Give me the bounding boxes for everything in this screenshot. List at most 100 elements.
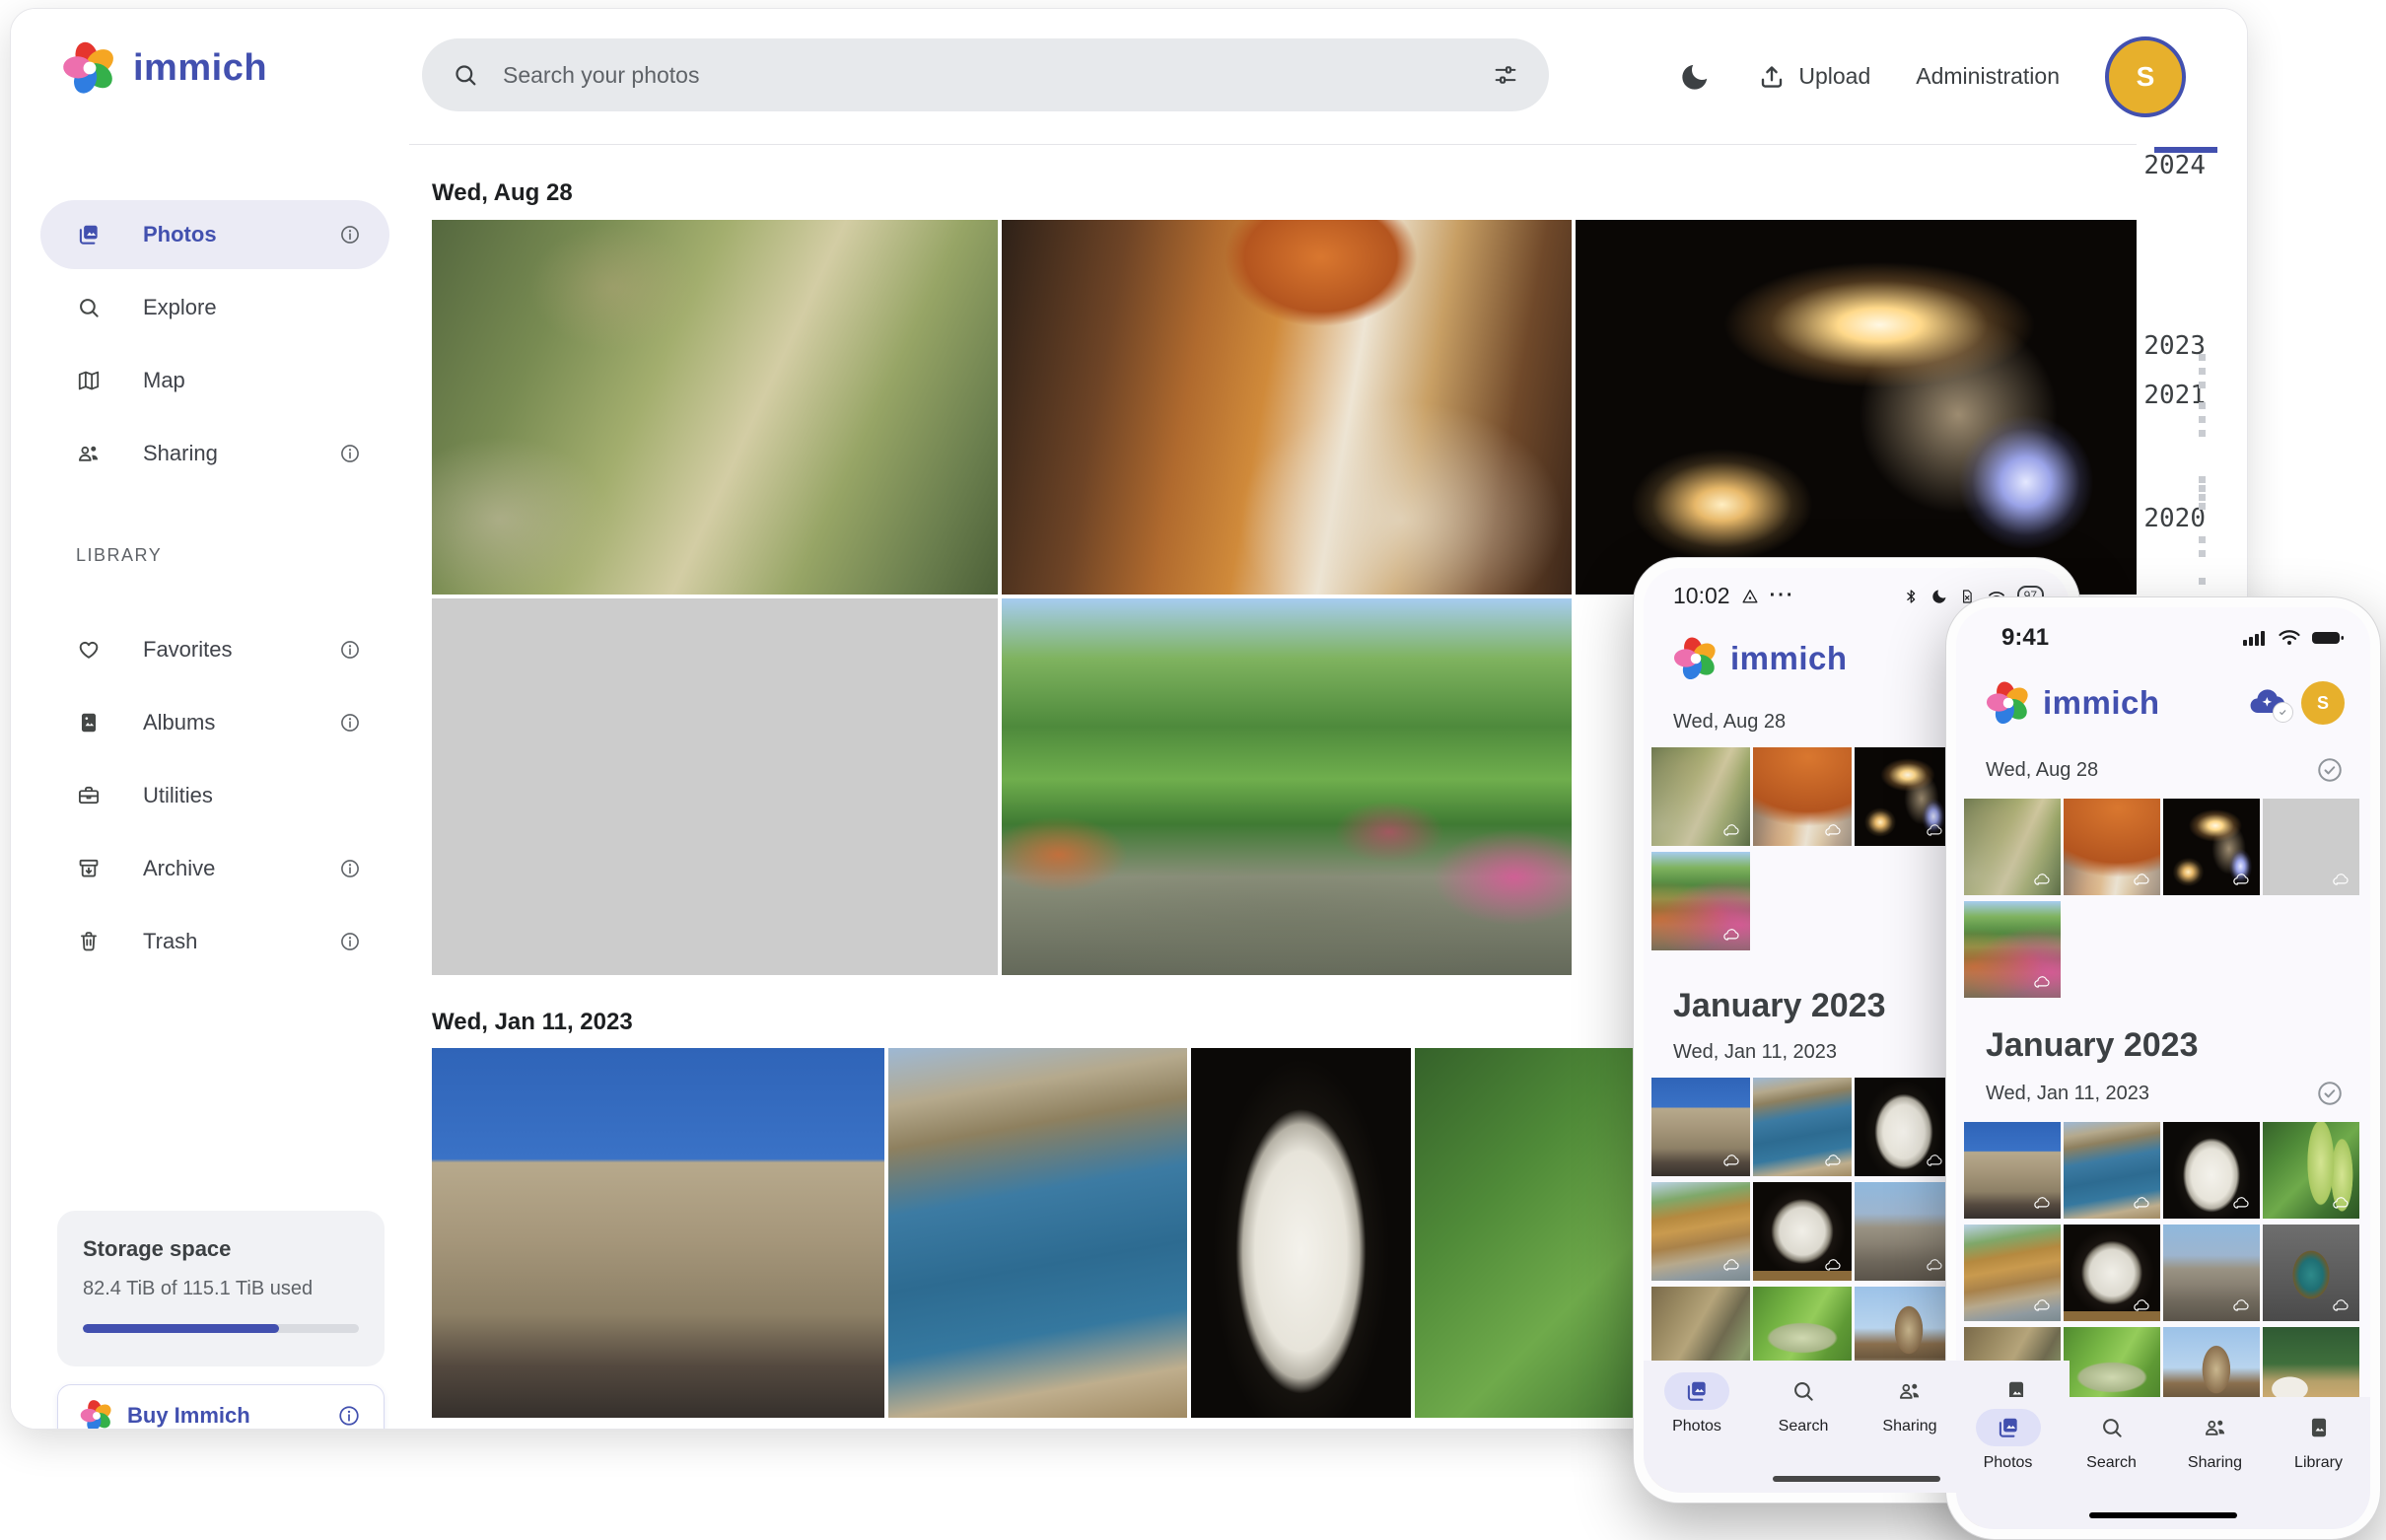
thumb-monkeys[interactable] (1964, 799, 2061, 895)
sidebar-item-label: Sharing (143, 441, 218, 466)
nav-item-photos[interactable]: Photos (1956, 1409, 2060, 1472)
search-filters-icon[interactable] (1492, 61, 1519, 89)
thumb-bust[interactable] (2163, 1122, 2260, 1219)
info-icon[interactable] (338, 711, 362, 735)
search-icon (2079, 1409, 2144, 1446)
sidebar-item-map[interactable]: Map (40, 346, 389, 415)
immich-logo[interactable]: immich (62, 40, 267, 96)
nav-item-library[interactable]: Library (2267, 1409, 2370, 1472)
date-label: Wed, Jan 11, 2023 (1673, 1041, 1837, 1064)
thumb-coast[interactable] (2064, 1122, 2160, 1219)
sidebar-item-sharing[interactable]: Sharing (40, 419, 389, 488)
photo-garden[interactable] (1002, 598, 1572, 975)
timeline-year-2021[interactable]: 2021 (2143, 381, 2206, 410)
select-all-check-icon[interactable] (2315, 1079, 2345, 1108)
administration-link[interactable]: Administration (1916, 63, 2060, 90)
sidebar-item-utilities[interactable]: Utilities (40, 761, 389, 830)
sidebar-item-label: Archive (143, 856, 215, 881)
photo-monkeys[interactable] (432, 220, 998, 595)
battery-icon (2311, 629, 2345, 647)
info-icon[interactable] (336, 1403, 362, 1429)
thumb-garden[interactable] (1651, 852, 1750, 950)
info-icon[interactable] (338, 638, 362, 662)
sidebar-item-archive[interactable]: Archive (40, 834, 389, 903)
sidebar-item-photos[interactable]: Photos (40, 200, 389, 269)
thumb-fortress[interactable] (1964, 1122, 2061, 1219)
thumb-fortress[interactable] (1651, 1078, 1750, 1176)
sidebar-item-trash[interactable]: Trash (40, 907, 389, 976)
thumb-bust[interactable] (1855, 1078, 1953, 1176)
library-icon (2286, 1409, 2351, 1446)
info-icon[interactable] (338, 442, 362, 465)
dnd-moon-icon (1930, 588, 1948, 605)
thumb-dinner[interactable] (2064, 799, 2160, 895)
thumb-coast[interactable] (1753, 1078, 1852, 1176)
thumb-dinner[interactable] (1753, 747, 1852, 846)
sidebar-item-favorites[interactable]: Favorites (40, 615, 389, 684)
timeline-year-2024[interactable]: 2024 (2143, 151, 2206, 180)
thumb-rock[interactable] (1753, 1182, 1852, 1281)
search-bar[interactable]: Search your photos (422, 38, 1549, 111)
timeline-tick (2199, 476, 2206, 483)
albums-icon (76, 710, 102, 735)
thumb-fireworks[interactable] (1855, 747, 1953, 846)
thumb-rock[interactable] (2064, 1225, 2160, 1321)
immich-wordmark: immich (2043, 684, 2160, 722)
backup-cloud-icon[interactable] (2244, 683, 2289, 723)
cloud-sync-icon (2229, 872, 2253, 889)
select-all-check-icon[interactable] (2315, 755, 2345, 785)
thumb-cliff[interactable] (1964, 1225, 2061, 1321)
thumb-ruin[interactable] (1855, 1182, 1953, 1281)
photo-dinner[interactable] (1002, 220, 1572, 595)
home-indicator[interactable] (1773, 1476, 1940, 1482)
thumb-garden[interactable] (1964, 901, 2061, 998)
date-group-header: Wed, Aug 28 (432, 179, 573, 207)
cloud-sync-icon (1923, 1257, 1946, 1275)
sharing-icon (76, 441, 102, 466)
timeline-tick (2199, 416, 2206, 423)
thumb-monkeys[interactable] (1651, 747, 1750, 846)
cloud-sync-icon (2130, 872, 2153, 889)
sidebar-item-albums[interactable]: Albums (40, 688, 389, 757)
nav-item-sharing[interactable]: Sharing (2163, 1409, 2267, 1472)
notification-dots-icon: ··· (1770, 585, 1795, 607)
photo-bust[interactable] (1191, 1048, 1411, 1418)
info-icon[interactable] (338, 857, 362, 880)
thumb-grapes[interactable] (2263, 1122, 2359, 1219)
thumb-fireworks[interactable] (2163, 799, 2260, 895)
photo-fortress[interactable] (432, 1048, 884, 1418)
nav-item-search[interactable]: Search (2060, 1409, 2163, 1472)
nav-item-sharing[interactable]: Sharing (1857, 1372, 1963, 1435)
photo-fireworks[interactable] (1576, 220, 2139, 595)
ios-grid-aug28 (1956, 785, 2370, 1001)
info-icon[interactable] (338, 223, 362, 246)
search-input[interactable]: Search your photos (503, 62, 1468, 89)
thumb-ruin[interactable] (2163, 1225, 2260, 1321)
timeline-tick (2199, 354, 2206, 361)
cloud-sync-icon (1719, 822, 1743, 840)
home-indicator[interactable] (2089, 1512, 2237, 1518)
thumb-hands[interactable] (2263, 799, 2359, 895)
dark-mode-toggle[interactable] (1678, 60, 1712, 94)
cellular-signal-icon (2242, 629, 2268, 647)
backup-check-badge (2273, 702, 2293, 723)
user-avatar[interactable]: S (2105, 36, 2186, 117)
cloud-sync-icon (2329, 1297, 2352, 1315)
buy-immich-button[interactable]: Buy Immich (57, 1384, 385, 1430)
info-icon[interactable] (338, 930, 362, 953)
thumb-ornate[interactable] (2263, 1225, 2359, 1321)
upload-button[interactable]: Upload (1757, 62, 1870, 92)
timeline-year-2020[interactable]: 2020 (2143, 504, 2206, 533)
user-avatar[interactable]: S (2301, 681, 2345, 725)
ios-clock: 9:41 (1986, 624, 2049, 652)
thumb-cliff[interactable] (1651, 1182, 1750, 1281)
storage-title: Storage space (83, 1236, 359, 1262)
photo-hands[interactable] (432, 598, 998, 975)
timeline-year-2023[interactable]: 2023 (2143, 331, 2206, 361)
nav-item-search[interactable]: Search (1750, 1372, 1857, 1435)
sidebar-item-explore[interactable]: Explore (40, 273, 389, 342)
cloud-sync-icon (2030, 1195, 2054, 1213)
photo-coast[interactable] (888, 1048, 1187, 1418)
cloud-sync-icon (2130, 1195, 2153, 1213)
nav-item-photos[interactable]: Photos (1644, 1372, 1750, 1435)
